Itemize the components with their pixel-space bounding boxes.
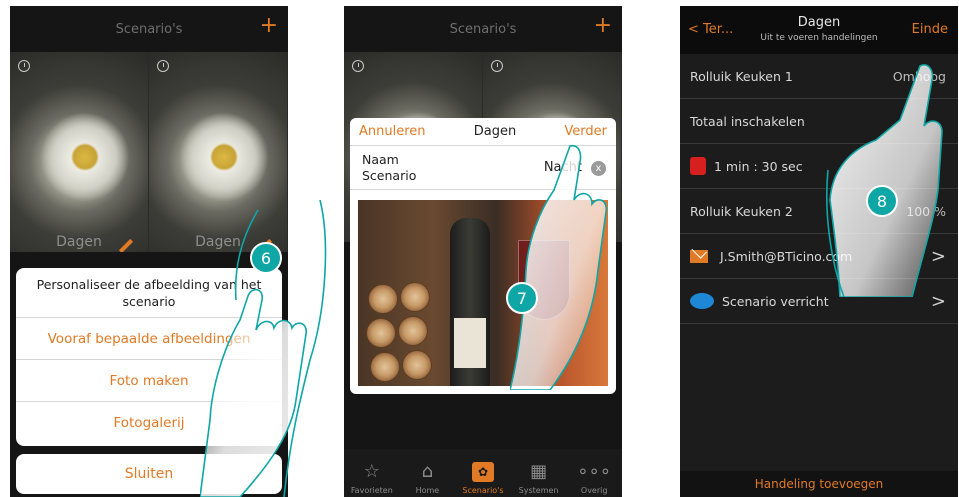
more-icon: ∘∘∘	[577, 461, 612, 482]
tab-systems[interactable]: ▦ Systemen	[511, 449, 567, 497]
clock-icon	[157, 60, 169, 72]
clock-icon	[491, 60, 503, 72]
chat-bubble-icon	[690, 293, 714, 309]
add-action-button[interactable]: Handeling toevoegen	[680, 471, 958, 497]
tab-bar: ☆ Favorieten ⌂ Home ✿ Scenario's ▦ Syste…	[344, 449, 622, 497]
tab-label: Systemen	[518, 486, 559, 495]
mail-icon	[690, 249, 708, 263]
action-label: Totaal inschakelen	[690, 113, 805, 129]
done-button[interactable]: Einde	[912, 22, 948, 37]
wine-bottle	[450, 218, 490, 386]
stop-hand-icon	[690, 157, 706, 175]
scenario-tile[interactable]: Dagen	[10, 52, 149, 252]
tab-label: Scenario's	[462, 486, 504, 495]
flower-photo	[179, 112, 269, 202]
name-label: Naam Scenario	[362, 151, 417, 183]
tab-scenarios[interactable]: ✿ Scenario's	[455, 449, 511, 497]
clock-icon	[352, 60, 364, 72]
nav-header: < Ter... Dagen Uit te voeren handelingen…	[680, 6, 958, 54]
tab-other[interactable]: ∘∘∘ Overig	[566, 449, 622, 497]
next-button[interactable]: Verder	[564, 124, 607, 139]
step-badge: 7	[506, 282, 538, 314]
dialog-title: Dagen	[473, 124, 517, 139]
flower-photo	[40, 112, 130, 202]
top-bar: Scenario's +	[10, 6, 288, 52]
grid-icon: ▦	[530, 461, 548, 482]
add-scenario-button[interactable]: +	[594, 15, 612, 37]
tab-favorites[interactable]: ☆ Favorieten	[344, 449, 400, 497]
add-scenario-button[interactable]: +	[260, 15, 278, 37]
tab-label: Home	[415, 486, 440, 495]
action-label: Scenario verricht	[722, 293, 829, 309]
top-bar: Scenario's +	[344, 6, 622, 52]
clock-icon	[18, 60, 30, 72]
scenario-icon: ✿	[471, 462, 494, 482]
screen-title: Scenario's	[449, 21, 517, 37]
cancel-button[interactable]: Annuleren	[359, 124, 426, 139]
home-icon: ⌂	[421, 461, 434, 482]
screen-title: Scenario's	[115, 21, 183, 37]
action-label: 1 min : 30 sec	[714, 158, 803, 174]
tab-home[interactable]: ⌂ Home	[400, 449, 456, 497]
hand-pointer-illustration	[510, 144, 608, 390]
action-label: Rolluik Keuken 1	[690, 68, 793, 84]
hand-pointer-illustration	[826, 64, 943, 297]
tab-label: Overig	[580, 486, 608, 495]
star-icon: ☆	[363, 461, 380, 482]
step-badge: 8	[866, 185, 898, 217]
tab-label: Favorieten	[350, 486, 393, 495]
action-label: Rolluik Keuken 2	[690, 203, 793, 219]
step-badge: 6	[250, 242, 282, 274]
firewood-logs	[366, 280, 456, 386]
